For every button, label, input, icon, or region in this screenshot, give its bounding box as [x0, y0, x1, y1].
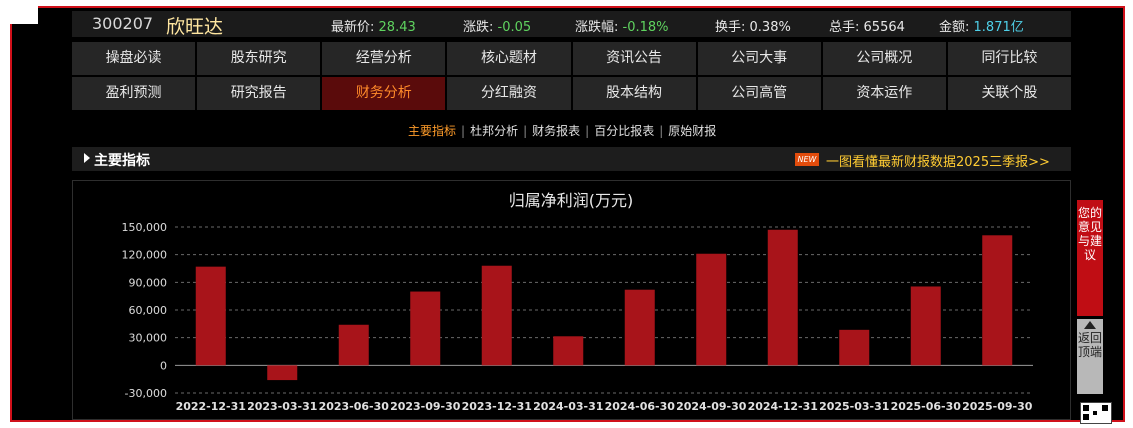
quote-bar: 300207 欣旺达 最新价: 28.43 涨跌: -0.05 涨跌幅: -0.… — [72, 11, 1071, 39]
nav-item-r1-5[interactable]: 资讯公告 — [572, 42, 696, 75]
change-pct-value: -0.18% — [622, 20, 669, 35]
x-tick-label: 2023-03-31 — [247, 400, 317, 413]
x-tick-label: 2024-06-30 — [605, 400, 676, 413]
x-tick-label: 2024-09-30 — [676, 400, 747, 413]
volume-value: 65564 — [863, 20, 905, 35]
change-pct-item: 涨跌幅: -0.18% — [575, 16, 669, 35]
section-title: 主要指标 — [94, 153, 150, 169]
bar-2025-09-30 — [982, 235, 1013, 366]
y-tick-label: 30,000 — [129, 332, 168, 345]
turnover-label: 换手: — [715, 20, 746, 35]
stock-code: 300207 — [92, 14, 154, 33]
subnav-separator: | — [659, 124, 664, 138]
nav-item-r1-7[interactable]: 公司概况 — [822, 42, 946, 75]
x-tick-label: 2025-03-31 — [819, 400, 889, 413]
amount-value: 1.871亿 — [973, 20, 1024, 35]
chart-title: 归属净利润(万元) — [509, 191, 634, 210]
bar-2023-12-31 — [481, 265, 512, 366]
x-tick-label: 2024-12-31 — [748, 400, 818, 413]
qr-code-icon[interactable] — [1080, 402, 1112, 424]
bar-2023-03-31 — [267, 365, 298, 381]
nav-item-r2-4[interactable]: 分红融资 — [447, 77, 571, 110]
x-tick-label: 2025-09-30 — [962, 400, 1033, 413]
nav-item-r2-5[interactable]: 股本结构 — [572, 77, 696, 110]
arrow-up-icon — [1084, 321, 1096, 329]
volume-label: 总手: — [829, 20, 860, 35]
amount-label: 金额: — [939, 20, 970, 35]
subnav-item-4[interactable]: 百分比报表 — [594, 124, 654, 138]
promo-link[interactable]: 一图看懂最新财报数据2025三季报>> — [826, 151, 1050, 170]
y-tick-label: -30,000 — [125, 387, 167, 400]
sub-nav: 主要指标 | 杜邦分析 | 财务报表 | 百分比报表 | 原始财报 — [408, 122, 720, 139]
feedback-button[interactable]: 您的意见与建议 — [1077, 200, 1103, 316]
subnav-item-1[interactable]: 主要指标 — [408, 124, 456, 138]
bar-2022-12-31 — [195, 266, 226, 366]
bar-2023-06-30 — [338, 324, 369, 366]
nav-item-r1-8[interactable]: 同行比较 — [947, 42, 1071, 75]
frame-notch — [0, 0, 38, 24]
volume-item: 总手: 65564 — [829, 16, 905, 35]
subnav-separator: | — [523, 124, 528, 138]
expand-triangle-icon[interactable] — [84, 153, 90, 163]
subnav-item-2[interactable]: 杜邦分析 — [470, 124, 518, 138]
price-label: 最新价: — [331, 20, 375, 35]
x-tick-label: 2023-06-30 — [319, 400, 390, 413]
y-tick-label: 150,000 — [122, 221, 168, 234]
nav-item-r1-3[interactable]: 经营分析 — [322, 42, 446, 75]
change-pct-label: 涨跌幅: — [575, 20, 619, 35]
price-value: 28.43 — [378, 20, 416, 35]
nav-item-r2-2[interactable]: 研究报告 — [197, 77, 321, 110]
subnav-separator: | — [585, 124, 590, 138]
back-to-top-label: 返回顶端 — [1077, 331, 1102, 359]
bar-2025-03-31 — [839, 329, 870, 366]
x-tick-label: 2024-03-31 — [533, 400, 603, 413]
price-item: 最新价: 28.43 — [331, 16, 416, 35]
y-tick-label: 90,000 — [129, 276, 168, 289]
nav-item-r1-2[interactable]: 股东研究 — [197, 42, 321, 75]
change-value: -0.05 — [497, 20, 532, 35]
section-header: 主要指标 NEW 一图看懂最新财报数据2025三季报>> — [72, 147, 1071, 171]
nav-item-r1-6[interactable]: 公司大事 — [697, 42, 821, 75]
amount-item: 金额: 1.871亿 — [939, 16, 1024, 35]
subnav-separator: | — [461, 124, 466, 138]
nav-item-r2-7[interactable]: 资本运作 — [822, 77, 946, 110]
nav-item-r2-6[interactable]: 公司高管 — [697, 77, 821, 110]
nav-row-1: 操盘必读 股东研究 经营分析 核心题材 资讯公告 公司大事 公司概况 同行比较 — [72, 42, 1071, 75]
turnover-item: 换手: 0.38% — [715, 16, 791, 35]
back-to-top-button[interactable]: 返回顶端 — [1077, 319, 1103, 394]
stock-name[interactable]: 欣旺达 — [166, 12, 223, 39]
new-badge: NEW — [795, 153, 819, 166]
bar-2024-12-31 — [767, 229, 798, 366]
x-tick-label: 2023-12-31 — [462, 400, 532, 413]
nav-item-r2-3[interactable]: 财务分析 — [322, 77, 446, 110]
y-tick-label: 0 — [160, 359, 167, 372]
x-tick-label: 2022-12-31 — [176, 400, 246, 413]
bar-2023-09-30 — [410, 291, 441, 366]
nav-row-2: 盈利预测 研究报告 财务分析 分红融资 股本结构 公司高管 资本运作 关联个股 — [72, 77, 1071, 110]
feedback-label: 您的意见与建议 — [1077, 206, 1102, 262]
nav-item-r1-1[interactable]: 操盘必读 — [72, 42, 196, 75]
change-label: 涨跌: — [463, 20, 494, 35]
bar-2024-03-31 — [553, 336, 584, 366]
turnover-value: 0.38% — [749, 20, 791, 35]
bar-2024-09-30 — [696, 253, 727, 366]
y-tick-label: 120,000 — [122, 249, 168, 262]
nav-item-r2-8[interactable]: 关联个股 — [947, 77, 1071, 110]
subnav-item-5[interactable]: 原始财报 — [668, 124, 716, 138]
x-tick-label: 2025-06-30 — [891, 400, 962, 413]
bar-2025-06-30 — [910, 286, 941, 366]
change-item: 涨跌: -0.05 — [463, 16, 531, 35]
bar-2024-06-30 — [624, 289, 655, 366]
subnav-item-3[interactable]: 财务报表 — [532, 124, 580, 138]
nav-item-r1-4[interactable]: 核心题材 — [447, 42, 571, 75]
net-profit-chart: 归属净利润(万元) 150,000 120,000 90,000 60,000 30,00… — [122, 191, 1033, 413]
nav-item-r2-1[interactable]: 盈利预测 — [72, 77, 196, 110]
y-tick-label: 60,000 — [129, 304, 168, 317]
chart-panel: 归属净利润(万元) 150,000 120,000 90,000 60,000 30,00… — [72, 180, 1071, 420]
x-tick-label: 2023-09-30 — [390, 400, 461, 413]
